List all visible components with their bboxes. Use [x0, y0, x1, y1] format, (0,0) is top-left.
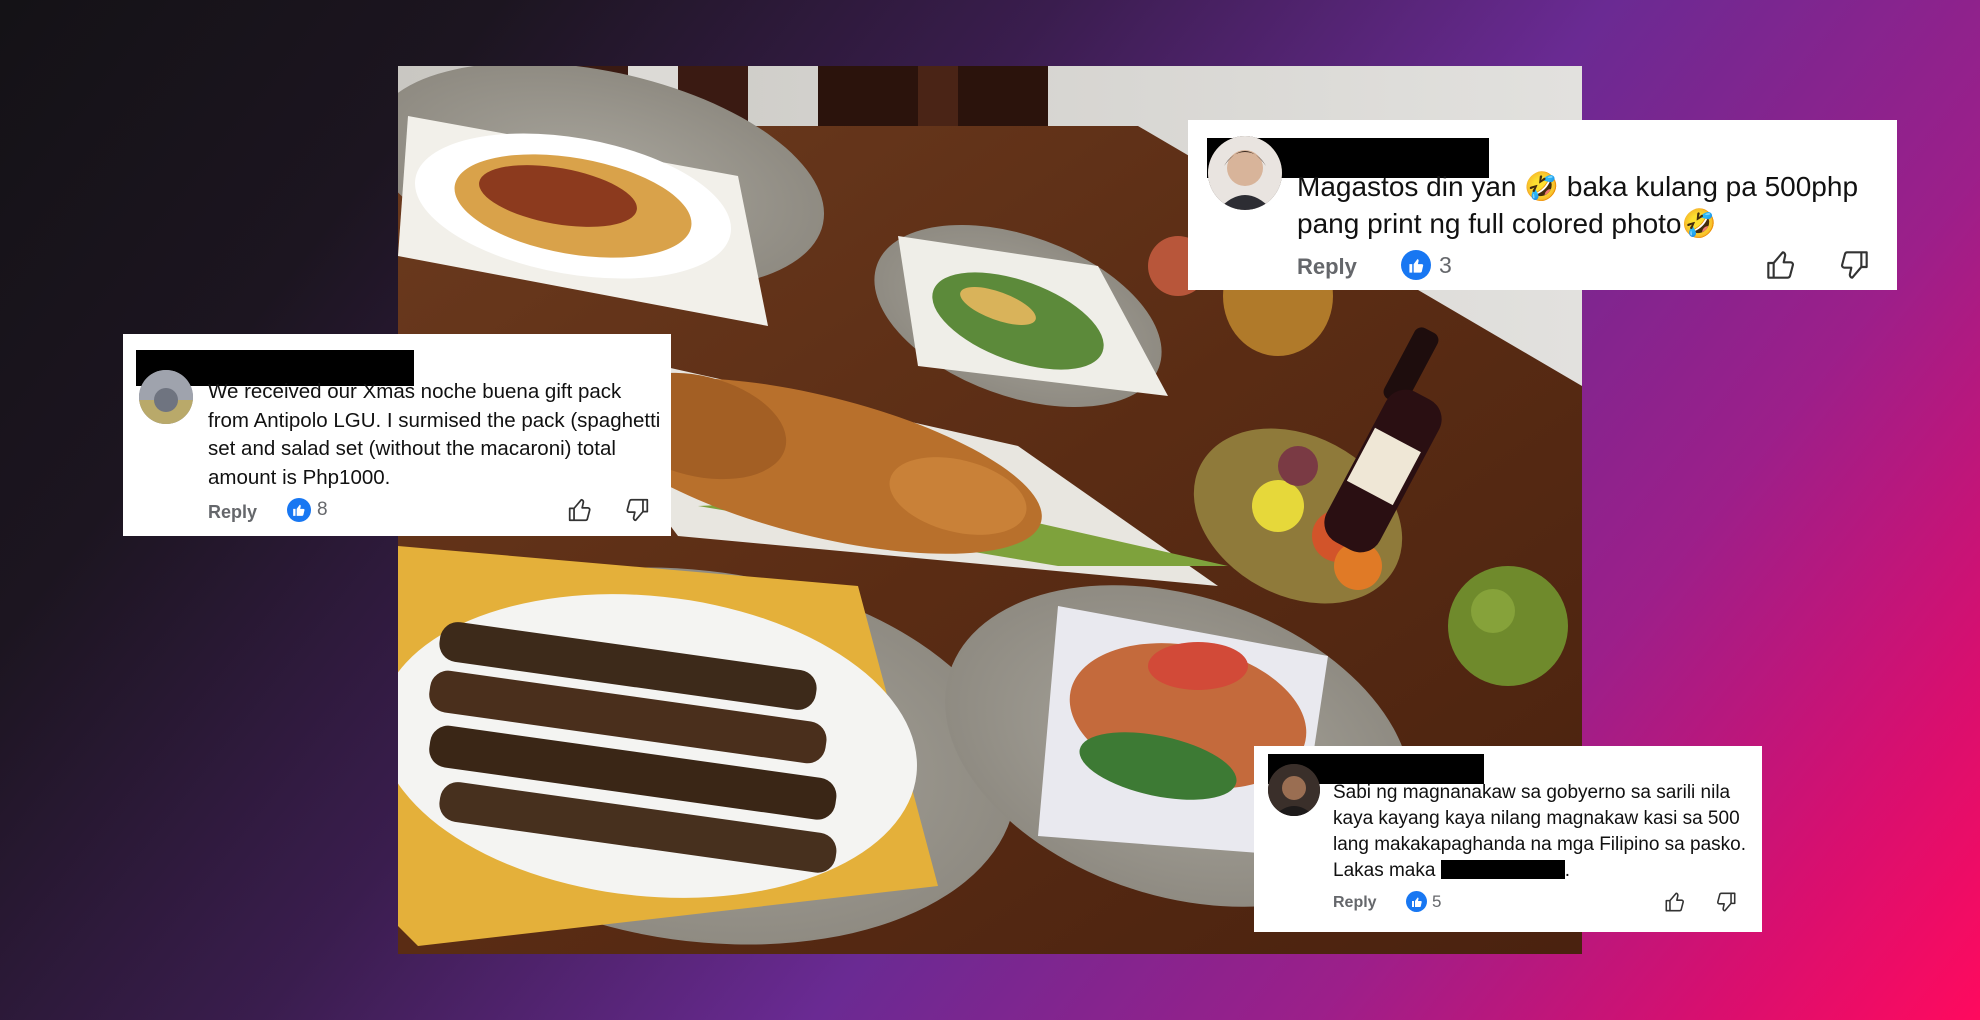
comment-text: Magastos din yan 🤣 baka kulang pa 500php…: [1297, 171, 1859, 239]
comment-text-end: .: [1564, 860, 1571, 881]
avatar[interactable]: [139, 370, 193, 424]
reply-button[interactable]: Reply: [1333, 894, 1377, 912]
thumbs-down-outline-icon[interactable]: [623, 496, 651, 524]
comment-text: Sabi ng magnanakaw sa gobyerno sa sarili…: [1333, 780, 1758, 884]
avatar-image: [139, 370, 193, 424]
like-count: 5: [1406, 891, 1441, 912]
thumbs-up-icon: [1401, 250, 1431, 280]
reply-button[interactable]: Reply: [208, 502, 257, 523]
reply-button[interactable]: Reply: [1297, 254, 1357, 280]
like-count: 8: [287, 498, 328, 522]
avatar-image: [1268, 764, 1320, 816]
thumbs-down-outline-icon[interactable]: [1714, 890, 1738, 914]
comment-card-2: Magastos din yan 🤣 baka kulang pa 500php…: [1188, 120, 1897, 290]
thumbs-down-outline-icon[interactable]: [1837, 248, 1871, 282]
comment-card-3: Sabi ng magnanakaw sa gobyerno sa sarili…: [1254, 746, 1762, 932]
comment-text: We received our Xmas noche buena gift pa…: [208, 380, 661, 489]
like-count-value: 5: [1432, 891, 1442, 911]
like-count-value: 8: [317, 499, 328, 520]
redacted-word: [1440, 860, 1565, 879]
thumbs-up-outline-icon[interactable]: [1663, 890, 1687, 914]
like-count-value: 3: [1439, 251, 1452, 278]
thumbs-up-outline-icon[interactable]: [566, 496, 594, 524]
thumbs-up-icon: [287, 498, 311, 522]
avatar[interactable]: [1268, 764, 1320, 816]
avatar[interactable]: [1208, 136, 1282, 210]
like-count: 3: [1401, 250, 1452, 280]
avatar-image: [1208, 136, 1282, 210]
thumbs-up-outline-icon[interactable]: [1764, 248, 1798, 282]
thumbs-up-icon: [1406, 891, 1427, 912]
comment-card-1: We received our Xmas noche buena gift pa…: [123, 334, 671, 536]
